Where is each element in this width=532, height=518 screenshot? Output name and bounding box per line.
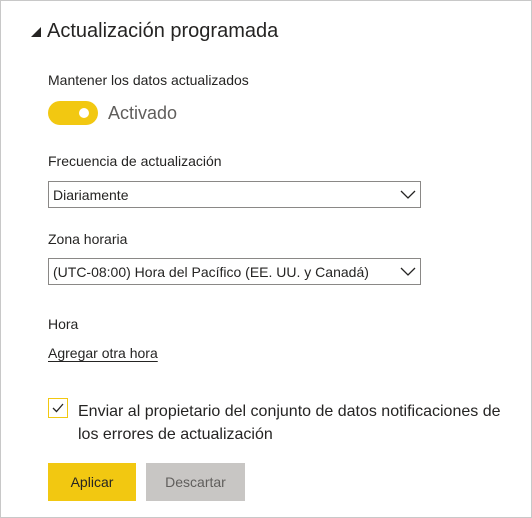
notify-checkbox[interactable] bbox=[48, 398, 68, 418]
scheduled-refresh-panel: Actualización programada Mantener los da… bbox=[0, 0, 532, 518]
section-title: Actualización programada bbox=[47, 20, 279, 42]
toggle-state-text: Activado bbox=[108, 103, 178, 123]
frequency-value: Diariamente bbox=[53, 187, 129, 203]
caret-down-icon bbox=[30, 25, 42, 37]
notify-label: Enviar al propietario del conjunto de da… bbox=[78, 403, 501, 443]
keep-updated-label: Mantener los datos actualizados bbox=[48, 72, 249, 88]
frequency-label: Frecuencia de actualización bbox=[48, 153, 222, 169]
keep-updated-toggle[interactable] bbox=[48, 101, 98, 125]
discard-button[interactable]: Descartar bbox=[146, 463, 245, 501]
timezone-select[interactable]: (UTC-08:00) Hora del Pacífico (EE. UU. y… bbox=[48, 258, 421, 285]
time-label: Hora bbox=[48, 316, 79, 332]
apply-button[interactable]: Aplicar bbox=[48, 463, 136, 501]
frequency-select[interactable]: Diariamente bbox=[48, 181, 421, 208]
toggle-knob bbox=[79, 108, 89, 118]
checkmark-icon bbox=[52, 403, 64, 413]
timezone-value: (UTC-08:00) Hora del Pacífico (EE. UU. y… bbox=[53, 264, 369, 280]
timezone-label: Zona horaria bbox=[48, 231, 128, 247]
add-time-link[interactable]: Agregar otra hora bbox=[48, 344, 158, 362]
chevron-down-icon bbox=[400, 265, 416, 283]
chevron-down-icon bbox=[400, 188, 416, 206]
section-header[interactable]: Actualización programada bbox=[30, 19, 278, 43]
